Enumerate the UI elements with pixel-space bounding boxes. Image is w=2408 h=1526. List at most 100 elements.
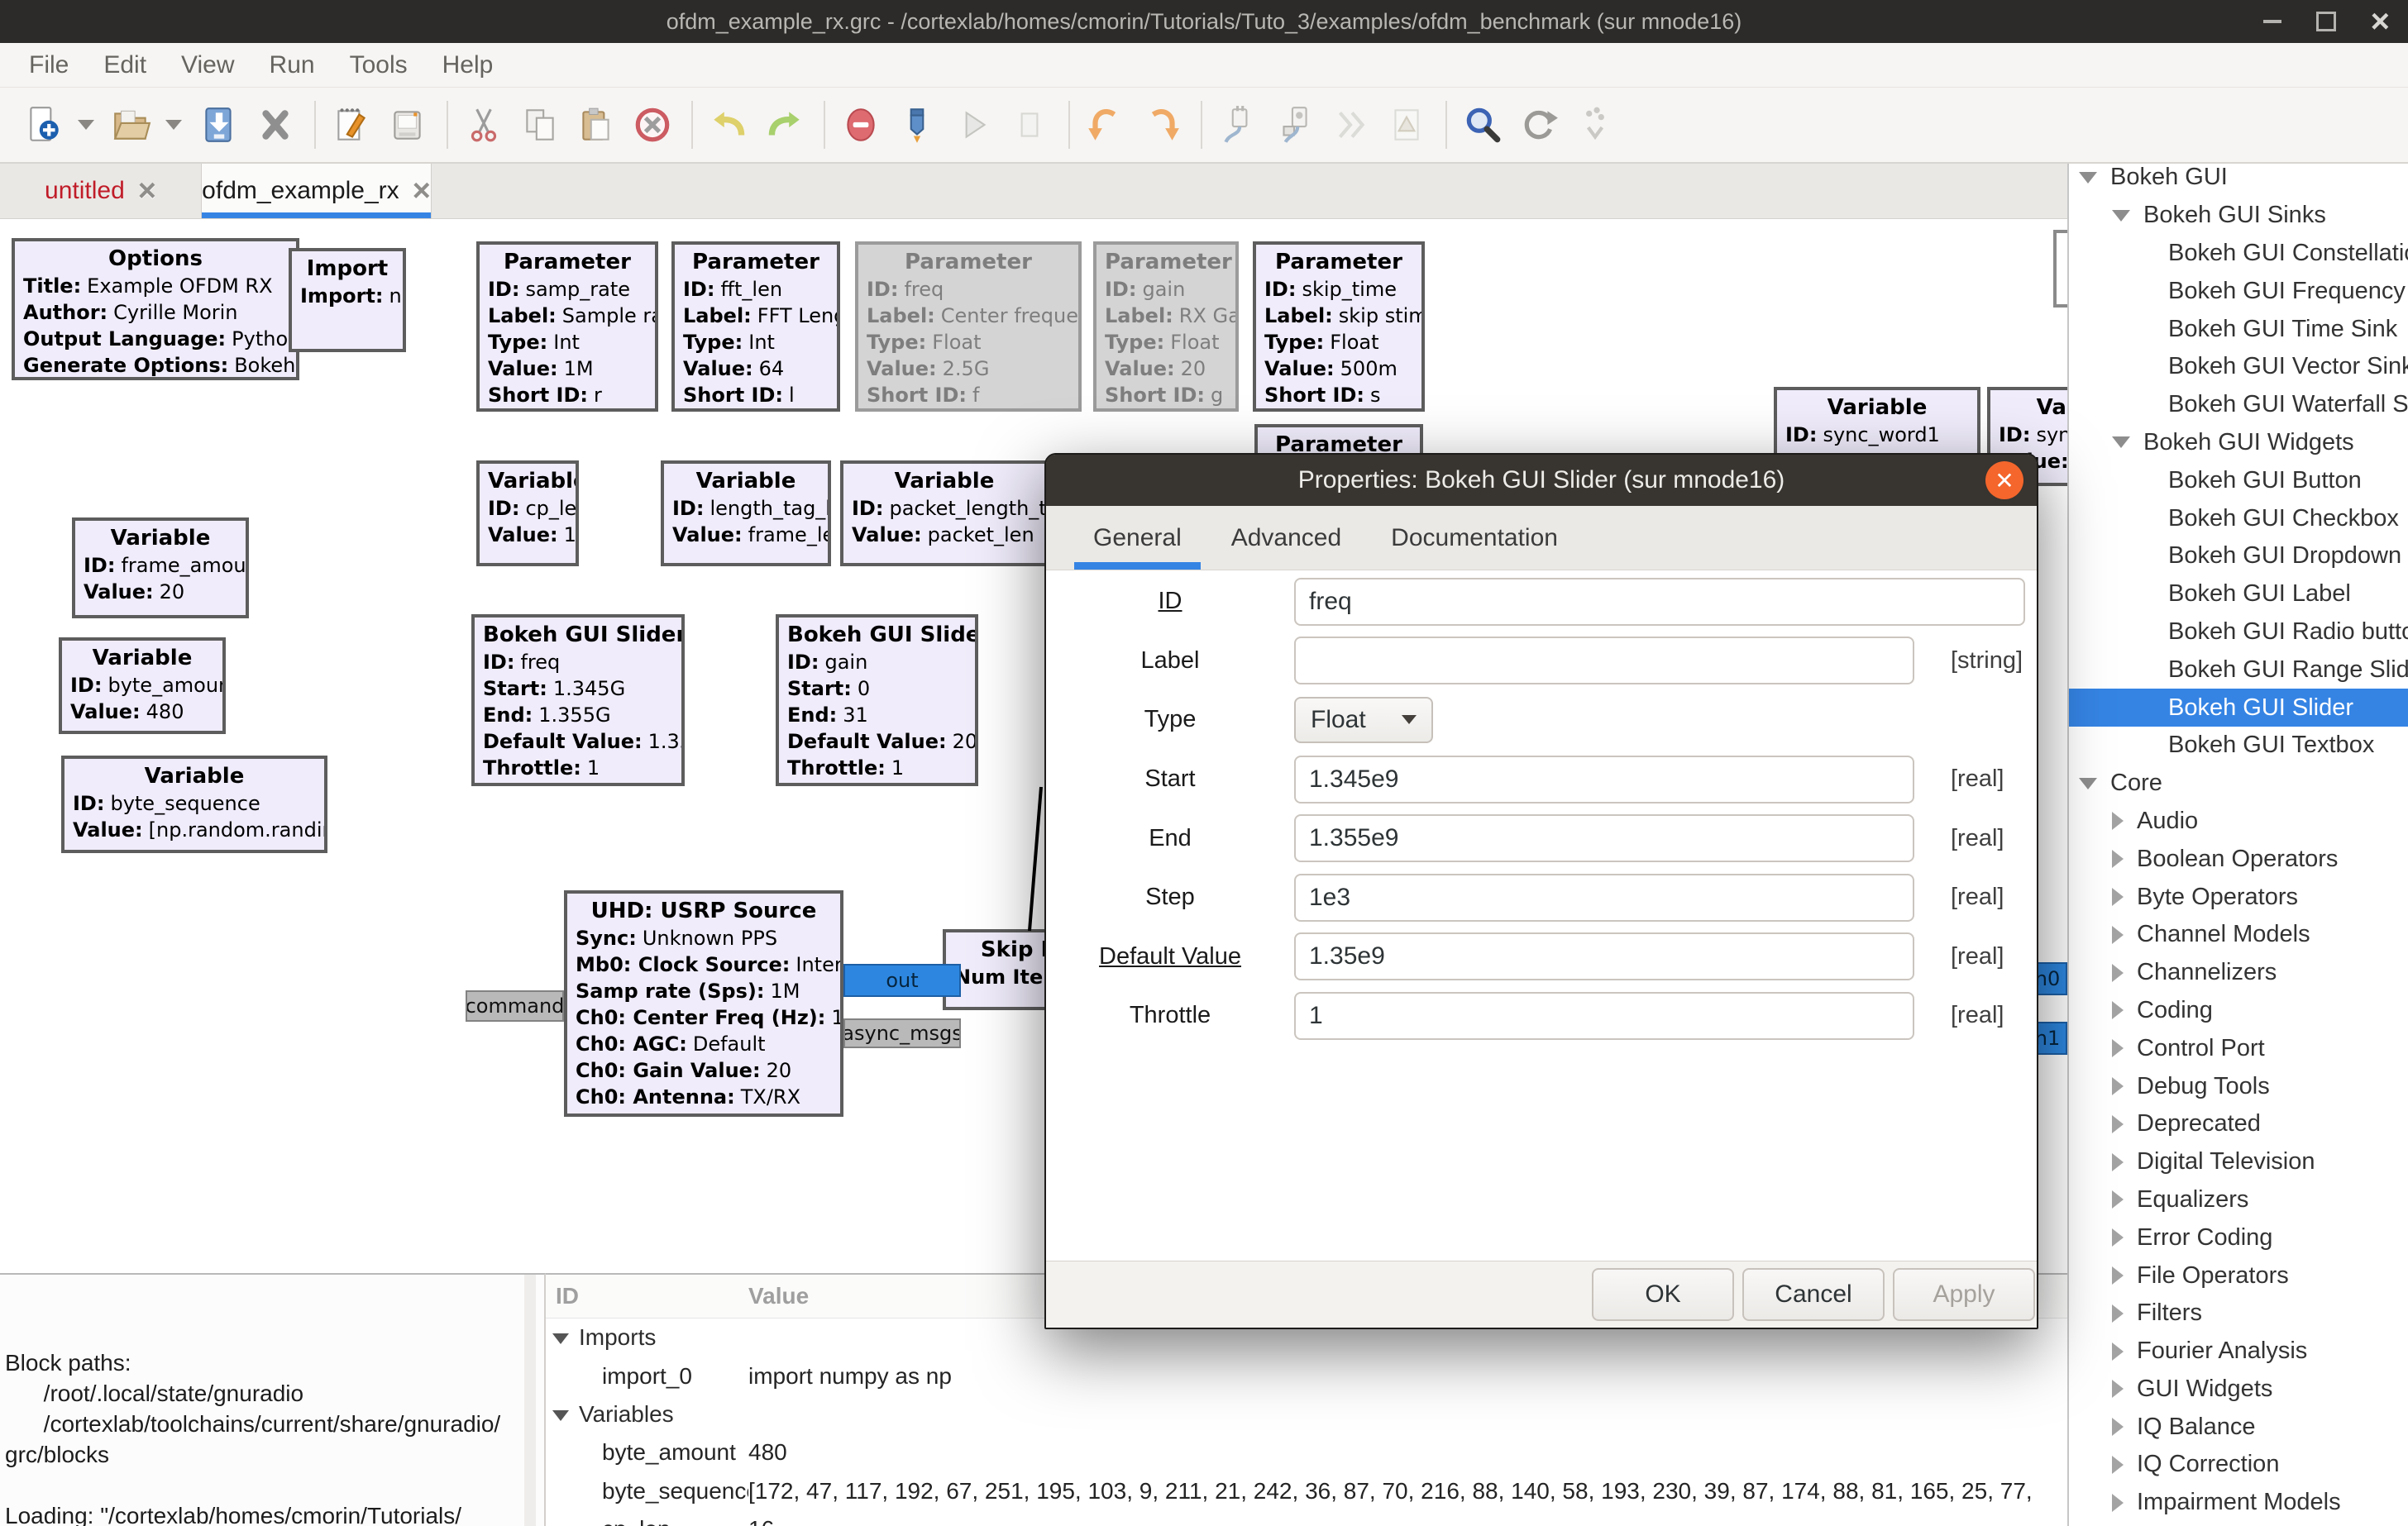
console-scrollbar[interactable]: [524, 1275, 536, 1526]
block-tree-item[interactable]: Bokeh GUI Label: [2069, 575, 2408, 613]
keyboard-shortcuts-icon[interactable]: [1573, 103, 1617, 147]
table-row[interactable]: byte_sequence [172, 47, 117, 192, 67, 25…: [546, 1472, 2067, 1510]
block-tree-item[interactable]: Coding: [2069, 992, 2408, 1030]
expander-icon[interactable]: [2112, 1190, 2124, 1209]
tab-untitled[interactable]: untitled ×: [0, 164, 202, 218]
flowgraph-report-icon[interactable]: [1384, 103, 1429, 147]
tab-close-icon[interactable]: ×: [413, 175, 431, 207]
block-tree-item[interactable]: IQ Correction: [2069, 1446, 2408, 1484]
block-tree-item[interactable]: IQ Balance: [2069, 1408, 2408, 1446]
block-tree-item[interactable]: Deprecated: [2069, 1105, 2408, 1143]
minimize-icon[interactable]: [2263, 20, 2281, 23]
block-parameter-gain-disabled[interactable]: Parameter ID:gainLabel:RX GainType:Float…: [1093, 241, 1239, 412]
save-flowgraph-icon[interactable]: [197, 103, 241, 147]
type-dropdown[interactable]: Float: [1294, 697, 1433, 743]
expander-icon[interactable]: [2112, 1304, 2124, 1323]
tab-general[interactable]: General: [1074, 506, 1201, 570]
expander-icon[interactable]: [2112, 1456, 2124, 1474]
block-parameter-freq-disabled[interactable]: Parameter ID:freqLabel:Center frequencyT…: [855, 241, 1082, 412]
block-variable-length-tag-key[interactable]: Variable ID:length_tag_keyValue:frame_le…: [661, 460, 831, 566]
open-flowgraph-icon[interactable]: [109, 103, 154, 147]
block-tree-item[interactable]: Channelizers: [2069, 954, 2408, 992]
menu-item[interactable]: View: [164, 51, 251, 79]
block-variable-cp-len[interactable]: Variable ID:cp_lenValue:16: [476, 460, 579, 566]
expander-icon[interactable]: [2112, 888, 2124, 906]
block-tree-item[interactable]: Bokeh GUI Constellation Sink: [2069, 235, 2408, 273]
block-tree-item[interactable]: Bokeh GUI Radio button: [2069, 613, 2408, 651]
block-tree-item[interactable]: Bokeh GUI Textbox: [2069, 727, 2408, 765]
block-tree-item[interactable]: Bokeh GUI Range Slider: [2069, 651, 2408, 689]
block-tree-item[interactable]: Filters: [2069, 1295, 2408, 1333]
port-out[interactable]: out: [843, 964, 961, 997]
redo-icon[interactable]: [762, 103, 807, 147]
copy-icon[interactable]: [518, 103, 562, 147]
close-icon[interactable]: ×: [2371, 5, 2390, 38]
close-flowgraph-icon[interactable]: [253, 103, 298, 147]
tab-close-icon[interactable]: ×: [138, 175, 156, 207]
expander-icon[interactable]: [2079, 172, 2097, 184]
block-bokeh-gui-slider-gain[interactable]: Bokeh GUI Slider ID:gainStart:0End:31Def…: [776, 614, 978, 786]
console-panel[interactable]: Block paths: /root/.local/state/gnuradio…: [0, 1273, 546, 1526]
maximize-icon[interactable]: [2316, 12, 2336, 31]
expander-icon[interactable]: [2112, 926, 2124, 944]
block-import[interactable]: Import Import:np: [289, 248, 406, 352]
delete-icon[interactable]: [630, 103, 675, 147]
block-tree-item[interactable]: Bokeh GUI Button: [2069, 461, 2408, 499]
rotate-counterclockwise-icon[interactable]: [1083, 103, 1128, 147]
new-flowgraph-icon[interactable]: [22, 103, 66, 147]
block-tree-item[interactable]: File Operators: [2069, 1257, 2408, 1295]
expander-icon[interactable]: [2112, 1001, 2124, 1019]
block-tree-item[interactable]: Debug Tools: [2069, 1067, 2408, 1105]
block-tree-item[interactable]: Bokeh GUI Time Sink: [2069, 310, 2408, 348]
menu-item[interactable]: Help: [425, 51, 511, 79]
block-parameter-samp-rate[interactable]: Parameter ID:samp_rateLabel:Sample rateT…: [476, 241, 658, 412]
expander-icon[interactable]: [2112, 1342, 2124, 1361]
block-tree-item[interactable]: Bokeh GUI Checkbox: [2069, 499, 2408, 537]
flowgraph-properties-icon[interactable]: [329, 103, 374, 147]
screen-capture-icon[interactable]: [385, 103, 430, 147]
table-row[interactable]: cp_len 16: [546, 1510, 2067, 1526]
menu-item[interactable]: Run: [252, 51, 332, 79]
expander-icon[interactable]: [2112, 964, 2124, 982]
block-tree-item[interactable]: Bokeh GUI Waterfall Sink: [2069, 386, 2408, 424]
find-blocks-icon[interactable]: [1460, 103, 1505, 147]
block-tree-item[interactable]: Bokeh GUI: [2069, 164, 2408, 197]
default-value-input[interactable]: [1294, 932, 1914, 980]
menu-item[interactable]: Tools: [332, 51, 425, 79]
undo-icon[interactable]: [706, 103, 751, 147]
block-library-sidebar[interactable]: Bokeh GUI Bokeh GUI Sinks Bokeh GUI Cons…: [2067, 164, 2408, 1526]
edit-code-icon[interactable]: [895, 103, 939, 147]
expander-icon[interactable]: [2112, 1153, 2124, 1171]
errors-icon[interactable]: [838, 103, 883, 147]
block-tree-item[interactable]: Channel Models: [2069, 916, 2408, 954]
cut-icon[interactable]: [461, 103, 506, 147]
block-tree-item[interactable]: Fourier Analysis: [2069, 1333, 2408, 1371]
block-parameter-fft-len[interactable]: Parameter ID:fft_lenLabel:FFT LengthType…: [671, 241, 840, 412]
block-tree-item[interactable]: Boolean Operators: [2069, 840, 2408, 878]
expander-icon[interactable]: [2112, 812, 2124, 830]
block-tree-item[interactable]: Bokeh GUI Sinks: [2069, 197, 2408, 235]
block-tree-item[interactable]: GUI Widgets: [2069, 1371, 2408, 1409]
throttle-input[interactable]: [1294, 992, 1914, 1040]
paste-icon[interactable]: [574, 103, 619, 147]
expander-icon[interactable]: [2112, 850, 2124, 868]
block-tree-item[interactable]: Audio: [2069, 803, 2408, 841]
expander-icon[interactable]: [2112, 1380, 2124, 1398]
menu-item[interactable]: File: [12, 51, 86, 79]
expander-icon[interactable]: [2112, 1266, 2124, 1285]
block-tree-item[interactable]: Bokeh GUI Dropdown: [2069, 537, 2408, 575]
block-tree-item[interactable]: Control Port: [2069, 1029, 2408, 1067]
step-input[interactable]: [1294, 874, 1914, 922]
port-async-msgs[interactable]: async_msgs: [843, 1018, 961, 1048]
tab-documentation[interactable]: Documentation: [1372, 506, 1577, 570]
block-uhd-usrp-source[interactable]: UHD: USRP Source Sync:Unknown PPSMb0: Cl…: [564, 890, 843, 1117]
block-variable-packet-length-tag-key[interactable]: Variable ID:packet_length_tag_keyValue:p…: [840, 460, 1049, 566]
block-tree-item[interactable]: Bokeh GUI Widgets: [2069, 424, 2408, 462]
ok-button[interactable]: OK: [1592, 1268, 1734, 1321]
apply-button[interactable]: Apply: [1893, 1268, 2035, 1321]
expander-icon[interactable]: [2112, 1228, 2124, 1247]
expander-icon[interactable]: [2112, 1115, 2124, 1133]
cancel-button[interactable]: Cancel: [1742, 1268, 1885, 1321]
expander-icon[interactable]: [2112, 1494, 2124, 1512]
block-tree-item[interactable]: Bokeh GUI Vector Sink: [2069, 348, 2408, 386]
